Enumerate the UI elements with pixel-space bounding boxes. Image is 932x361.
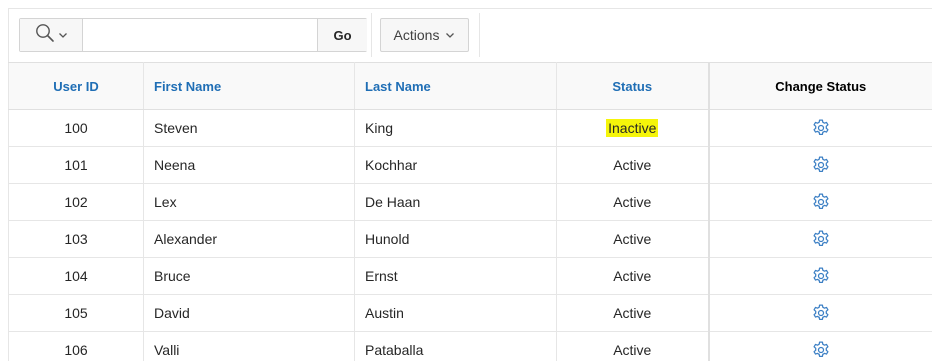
column-header-first-name[interactable]: First Name [143,62,355,110]
cell-status: Active [556,331,709,361]
cell-last-name: King [354,109,557,147]
cell-first-name: David [143,294,355,332]
cell-change-status [707,294,932,332]
cell-change-status [707,220,932,258]
search-icon [35,23,55,48]
column-header-user-id[interactable]: User ID [8,62,144,110]
cell-status: Active [556,294,709,332]
search-column-button[interactable] [20,19,83,51]
cell-user-id: 104 [8,257,144,295]
cell-change-status [707,183,932,221]
cell-user-id: 103 [8,220,144,258]
actions-menu-button[interactable]: Actions [380,18,469,52]
table-row: 106 Valli Pataballa Active [8,331,932,361]
gear-icon[interactable] [811,303,831,323]
status-text: Active [613,231,652,247]
chevron-down-icon [58,30,68,40]
cell-last-name: Austin [354,294,557,332]
table-row: 104 Bruce Ernst Active [8,257,932,295]
cell-change-status [707,146,932,184]
column-header-change-status: Change Status [707,62,932,110]
gear-icon[interactable] [811,340,831,360]
go-button[interactable]: Go [317,19,367,51]
cell-status: Active [556,257,709,295]
table-body: 100 Steven King Inactive 101 Neena Kochh… [8,109,932,361]
cell-change-status [707,109,932,147]
cell-first-name: Valli [143,331,355,361]
gear-icon[interactable] [811,229,831,249]
table-row: 103 Alexander Hunold Active [8,220,932,258]
cell-last-name: Ernst [354,257,557,295]
cell-status: Inactive [556,109,709,147]
cell-first-name: Steven [143,109,355,147]
report-toolbar: Go Actions [8,8,932,63]
gear-icon[interactable] [811,118,831,138]
report-table: User ID First Name Last Name Status Chan… [8,62,932,361]
column-header-status[interactable]: Status [556,62,709,110]
cell-first-name: Bruce [143,257,355,295]
gear-icon[interactable] [811,266,831,286]
gear-icon[interactable] [811,192,831,212]
column-header-last-name[interactable]: Last Name [354,62,557,110]
table-row: 101 Neena Kochhar Active [8,146,932,184]
status-text: Inactive [606,119,659,137]
status-text: Active [613,157,652,173]
status-text: Active [613,342,652,358]
cell-change-status [707,257,932,295]
status-text: Active [613,305,652,321]
cell-last-name: Hunold [354,220,557,258]
table-row: 102 Lex De Haan Active [8,183,932,221]
toolbar-divider [371,13,372,57]
table-header-row: User ID First Name Last Name Status Chan… [8,62,932,110]
search-bar: Go [19,18,367,52]
toolbar-divider [479,13,480,57]
cell-user-id: 106 [8,331,144,361]
status-text: Active [613,268,652,284]
status-text: Active [613,194,652,210]
gear-icon[interactable] [811,155,831,175]
actions-label: Actions [393,27,440,43]
cell-status: Active [556,220,709,258]
cell-user-id: 102 [8,183,144,221]
cell-last-name: De Haan [354,183,557,221]
cell-status: Active [556,146,709,184]
cell-status: Active [556,183,709,221]
cell-change-status [707,331,932,361]
cell-first-name: Lex [143,183,355,221]
cell-first-name: Neena [143,146,355,184]
cell-last-name: Pataballa [354,331,557,361]
cell-user-id: 105 [8,294,144,332]
table-row: 100 Steven King Inactive [8,109,932,147]
interactive-report: Go Actions User ID First Name Last Name … [0,0,932,361]
search-input[interactable] [83,19,317,51]
cell-first-name: Alexander [143,220,355,258]
cell-user-id: 100 [8,109,144,147]
cell-user-id: 101 [8,146,144,184]
cell-last-name: Kochhar [354,146,557,184]
table-row: 105 David Austin Active [8,294,932,332]
chevron-down-icon [445,30,455,40]
